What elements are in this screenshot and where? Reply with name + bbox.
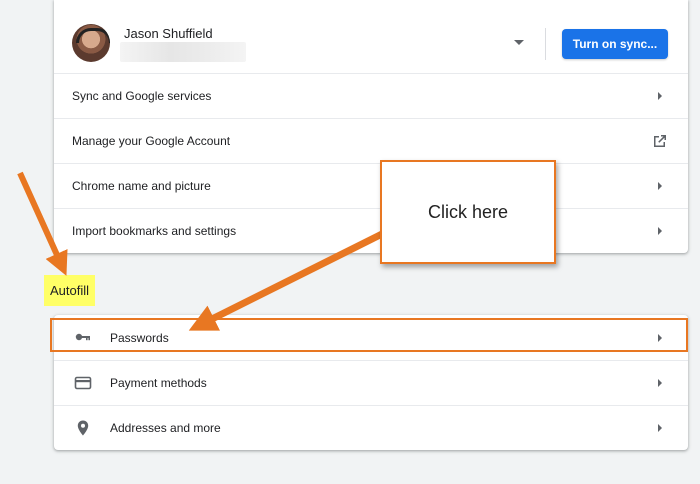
row-label: Passwords: [110, 330, 169, 345]
row-label: Manage your Google Account: [72, 134, 231, 148]
payment-methods-row[interactable]: Payment methods: [54, 360, 688, 405]
row-label: Payment methods: [110, 376, 207, 390]
chevron-right-icon: [658, 227, 662, 235]
chrome-name-and-picture-row[interactable]: Chrome name and picture: [54, 163, 688, 208]
location-pin-icon: [77, 420, 89, 436]
credit-card-icon: [74, 376, 92, 390]
divider: [545, 28, 546, 60]
turn-on-sync-button[interactable]: Turn on sync...: [562, 29, 668, 59]
chevron-right-icon: [658, 424, 662, 432]
profile-row[interactable]: Jason Shuffield Turn on sync...: [54, 0, 688, 73]
account-dropdown-icon[interactable]: [514, 40, 524, 45]
row-label: Chrome name and picture: [72, 179, 211, 193]
row-label: Import bookmarks and settings: [72, 224, 237, 238]
passwords-row[interactable]: Passwords: [54, 315, 688, 360]
profile-name: Jason Shuffield: [124, 26, 213, 41]
click-here-callout: Click here: [380, 160, 556, 264]
autofill-card: Passwords Payment methods Addresses and …: [54, 315, 688, 450]
row-label: Sync and Google services: [72, 89, 212, 103]
autofill-section-heading: Autofill: [44, 275, 96, 306]
sync-and-google-services-row[interactable]: Sync and Google services: [54, 73, 688, 118]
chevron-right-icon: [658, 92, 662, 100]
chevron-right-icon: [658, 333, 662, 342]
addresses-and-more-row[interactable]: Addresses and more: [54, 405, 688, 450]
open-in-new-icon: [654, 135, 666, 147]
profile-email-redacted: [120, 42, 246, 62]
avatar[interactable]: [72, 24, 110, 62]
import-bookmarks-row[interactable]: Import bookmarks and settings: [54, 208, 688, 253]
people-card: Jason Shuffield Turn on sync... Sync and…: [54, 0, 688, 253]
chevron-right-icon: [658, 379, 662, 387]
key-icon: [75, 333, 90, 341]
row-label: Addresses and more: [110, 421, 221, 435]
manage-google-account-row[interactable]: Manage your Google Account: [54, 118, 688, 163]
chevron-right-icon: [658, 182, 662, 190]
